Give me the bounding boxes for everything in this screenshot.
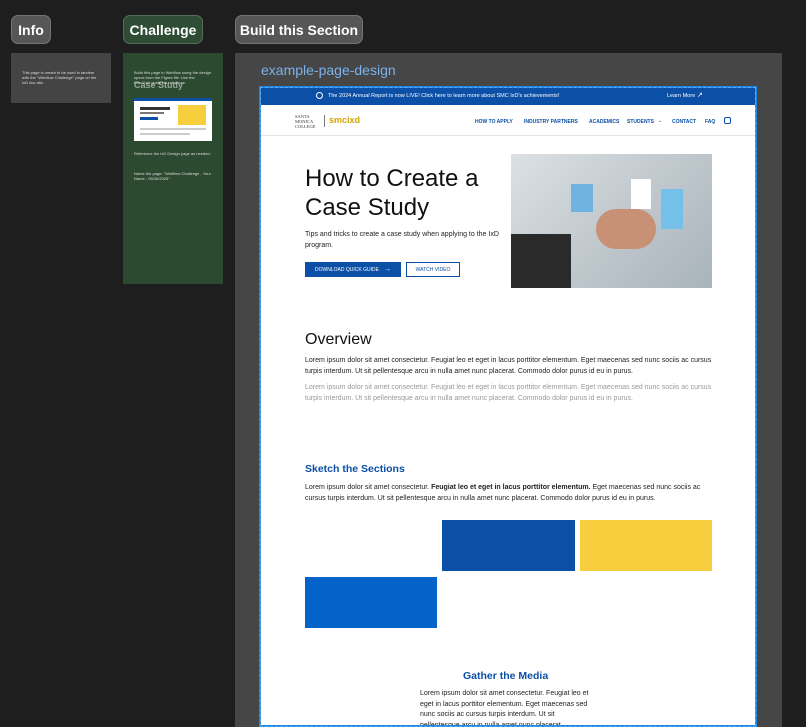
hero-image bbox=[511, 154, 712, 288]
nav-contact[interactable]: CONTACT bbox=[672, 119, 696, 125]
sketch-bold: Feugiat leo et eget in lacus porttitor e… bbox=[431, 484, 591, 491]
hero-title: How to Create a Case Study bbox=[305, 165, 479, 221]
gather-heading: Gather the Media bbox=[463, 670, 549, 682]
tab-build-section[interactable]: Build this Section bbox=[235, 15, 363, 44]
nav-students[interactable]: STUDENTS bbox=[627, 119, 654, 125]
sketch-paragraph: Lorem ipsum dolor sit amet consectetur. … bbox=[305, 483, 713, 504]
nav-how-to-apply[interactable]: HOW TO APPLY bbox=[475, 119, 513, 125]
sketch-lead: Lorem ipsum dolor sit amet consectetur. bbox=[305, 484, 430, 491]
watch-video-button[interactable]: WATCH VIDEO bbox=[406, 262, 460, 277]
hero-subtitle: Tips and tricks to create a case study w… bbox=[305, 231, 499, 249]
download-guide-label: DOWNLOAD QUICK GUIDE bbox=[315, 266, 379, 273]
challenge-preview-image[interactable] bbox=[134, 98, 212, 141]
color-block-bright-blue bbox=[305, 577, 437, 628]
nav-faq[interactable]: FAQ bbox=[705, 119, 715, 125]
challenge-mini-title: Case Study bbox=[134, 80, 184, 90]
college-logo[interactable]: SANTA MONICA COLLEGE bbox=[295, 114, 319, 129]
overview-paragraph: Lorem ipsum dolor sit amet consectetur. … bbox=[305, 357, 712, 375]
banner-text: The 2024 Annual Report is now LIVE! Clic… bbox=[328, 93, 560, 99]
frame-title: example-page-design bbox=[261, 62, 396, 78]
gather-paragraph: Lorem ipsum dolor sit amet consectetur. … bbox=[420, 690, 589, 727]
overview-paragraph-muted: Lorem ipsum dolor sit amet consectetur. … bbox=[305, 384, 712, 402]
color-block-blue bbox=[442, 520, 575, 571]
tab-info[interactable]: Info bbox=[11, 15, 51, 44]
page-frame[interactable]: The 2024 Annual Report is now LIVE! Clic… bbox=[259, 86, 757, 727]
site-nav: SANTA MONICA COLLEGE smcixd HOW TO APPLY… bbox=[261, 105, 755, 136]
smcixd-logo[interactable]: smcixd bbox=[329, 115, 360, 125]
sketch-heading: Sketch the Sections bbox=[305, 463, 405, 475]
arrow-right-icon: → bbox=[383, 266, 391, 273]
logo-divider bbox=[324, 115, 325, 127]
info-text: This page is meant to be used in tandem … bbox=[22, 70, 97, 85]
challenge-panel: Build this page in Webflow using the des… bbox=[123, 53, 223, 284]
challenge-name-note: Name the page: "Webflow Challenge - Your… bbox=[134, 171, 211, 181]
banner-link[interactable]: Learn More bbox=[667, 93, 695, 99]
info-icon bbox=[316, 92, 323, 99]
chevron-down-icon: ⌄ bbox=[658, 118, 663, 124]
nav-academics[interactable]: ACADEMICS bbox=[589, 119, 619, 125]
announcement-banner[interactable]: The 2024 Annual Report is now LIVE! Clic… bbox=[261, 88, 755, 105]
overview-heading: Overview bbox=[305, 331, 372, 348]
challenge-reference: Reference the IxD Design page as needed. bbox=[134, 151, 211, 156]
download-guide-button[interactable]: DOWNLOAD QUICK GUIDE → bbox=[305, 262, 401, 277]
tab-challenge[interactable]: Challenge bbox=[123, 15, 203, 44]
color-block-yellow bbox=[580, 520, 712, 571]
instagram-icon[interactable] bbox=[724, 117, 731, 124]
arrow-up-right-icon: ↗ bbox=[697, 92, 703, 99]
info-panel: This page is meant to be used in tandem … bbox=[11, 53, 111, 103]
nav-industry-partners[interactable]: INDUSTRY PARTNERS bbox=[524, 119, 578, 125]
